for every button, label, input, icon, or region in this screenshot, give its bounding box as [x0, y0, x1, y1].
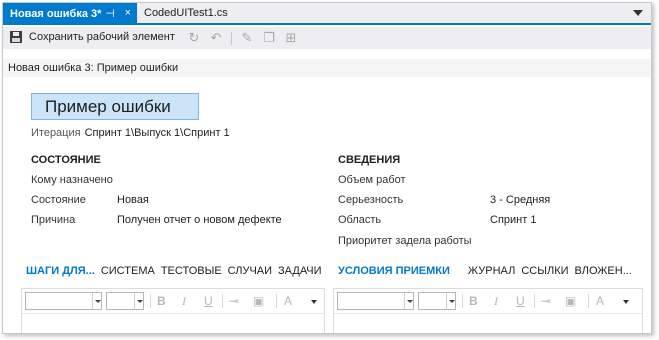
tab-system[interactable]: СИСТЕМА: [101, 265, 155, 277]
close-icon[interactable]: ×: [125, 7, 131, 19]
save-icon: [10, 31, 22, 43]
tab-new-bug[interactable]: Новая ошибка 3* ⊣ ×: [3, 3, 137, 25]
editor-separator: [534, 294, 535, 308]
font-size-select[interactable]: [418, 292, 456, 310]
link-icon[interactable]: ⊸: [541, 294, 551, 308]
editor-separator: [462, 294, 463, 308]
pin-icon[interactable]: ⊣: [105, 7, 115, 20]
tab-links[interactable]: ССЫЛКИ: [521, 265, 568, 277]
tab-repro-steps[interactable]: ШАГИ ДЛЯ...: [26, 265, 95, 277]
right-tab-row: УСЛОВИЯ ПРИЕМКИ ЖУРНАЛ ССЫЛКИ ВЛОЖЕН...: [338, 265, 638, 277]
tab-acceptance-criteria[interactable]: УСЛОВИЯ ПРИЕМКИ: [338, 265, 450, 277]
bold-button[interactable]: B: [469, 294, 478, 308]
effort-label: Объем работ: [338, 174, 406, 186]
acceptance-criteria-editor: B I U ⊸ ▣ A: [333, 288, 643, 333]
underline-button[interactable]: U: [204, 294, 213, 308]
save-label: Сохранить рабочий элемент: [29, 31, 175, 43]
tab-history[interactable]: ЖУРНАЛ: [468, 265, 515, 277]
font-family-select[interactable]: [337, 292, 414, 310]
iteration-row: Итерация Спринт 1\Выпуск 1\Спринт 1: [31, 127, 230, 139]
undo-icon[interactable]: ↶: [209, 31, 223, 45]
left-tab-row: ШАГИ ДЛЯ... СИСТЕМА ТЕСТОВЫЕ СЛУЧАИ ЗАДА…: [26, 265, 328, 277]
editor-separator: [276, 294, 277, 308]
font-color-button[interactable]: A: [284, 294, 292, 308]
work-item-window: Новая ошибка 3* ⊣ × CodedUITest1.cs Сохран…: [2, 2, 652, 334]
underline-button[interactable]: U: [516, 294, 525, 308]
tab-label: Новая ошибка 3*: [10, 8, 102, 20]
work-item-caption: Новая ошибка 3: Пример ошибки: [3, 59, 651, 77]
status-heading: СОСТОЯНИЕ: [31, 154, 101, 166]
italic-button[interactable]: I: [182, 294, 186, 308]
reason-label: Причина: [31, 214, 76, 226]
italic-button[interactable]: I: [494, 294, 498, 308]
save-work-item-button[interactable]: Сохранить рабочий элемент: [10, 31, 175, 43]
work-item-toolbar: Сохранить рабочий элемент ↻ ↶ ✎ ❐ ⊞: [3, 27, 651, 49]
state-value[interactable]: Новая: [117, 194, 149, 206]
font-size-select[interactable]: [106, 292, 144, 310]
editor-toolbar: B I U ⊸ ▣ A: [334, 289, 642, 313]
copy-icon[interactable]: ❐: [262, 31, 276, 45]
toolbar-separator: [231, 32, 232, 45]
acceptance-criteria-text-area[interactable]: [334, 313, 642, 333]
refresh-icon[interactable]: ↻: [187, 31, 201, 45]
severity-label: Серьезность: [338, 194, 404, 206]
iteration-value[interactable]: Спринт 1\Выпуск 1\Спринт 1: [85, 127, 230, 139]
reason-value[interactable]: Получен отчет о новом дефекте: [117, 214, 282, 226]
template-icon[interactable]: ⊞: [284, 31, 298, 45]
chevron-down-icon: [92, 293, 101, 309]
repro-steps-text-area[interactable]: [22, 313, 324, 333]
chevron-down-icon[interactable]: [311, 300, 317, 304]
iteration-label: Итерация: [31, 127, 81, 139]
editor-separator: [588, 294, 589, 308]
assigned-to-label: Кому назначено: [31, 174, 113, 186]
severity-value[interactable]: 3 - Средняя: [490, 194, 550, 206]
chevron-down-icon: [446, 293, 455, 309]
image-icon[interactable]: ▣: [565, 294, 576, 308]
tab-test[interactable]: ТЕСТОВЫЕ: [161, 265, 222, 277]
chevron-down-icon[interactable]: [633, 10, 643, 16]
editor-separator: [222, 294, 223, 308]
tab-codeduitest[interactable]: CodedUITest1.cs: [144, 7, 228, 19]
area-value[interactable]: Спринт 1: [490, 214, 536, 226]
edit-icon[interactable]: ✎: [240, 31, 254, 45]
work-item-form: Пример ошибки Итерация Спринт 1\Выпуск 1\…: [3, 78, 651, 333]
tab-label: CodedUITest1.cs: [144, 7, 228, 19]
tab-attachments[interactable]: ВЛОЖЕН...: [575, 265, 632, 277]
chevron-down-icon[interactable]: [623, 300, 629, 304]
document-tab-strip: Новая ошибка 3* ⊣ × CodedUITest1.cs: [3, 3, 651, 25]
font-family-select[interactable]: [25, 292, 102, 310]
editor-toolbar: B I U ⊸ ▣ A: [22, 289, 324, 313]
area-label: Область: [338, 214, 382, 226]
editor-separator: [150, 294, 151, 308]
tab-tasks[interactable]: ЗАДАЧИ: [278, 265, 322, 277]
chevron-down-icon: [404, 293, 413, 309]
tab-cases[interactable]: СЛУЧАИ: [228, 265, 272, 277]
link-icon[interactable]: ⊸: [229, 294, 239, 308]
image-icon[interactable]: ▣: [253, 294, 264, 308]
bold-button[interactable]: B: [157, 294, 166, 308]
title-field[interactable]: Пример ошибки: [31, 93, 199, 120]
backlog-priority-label: Приоритет задела работы: [338, 235, 472, 247]
caption-text: Новая ошибка 3: Пример ошибки: [8, 62, 179, 74]
chevron-down-icon: [134, 293, 143, 309]
repro-steps-editor: B I U ⊸ ▣ A: [21, 288, 325, 333]
font-color-button[interactable]: A: [596, 294, 604, 308]
details-heading: СВЕДЕНИЯ: [338, 154, 401, 166]
state-label: Состояние: [31, 194, 86, 206]
